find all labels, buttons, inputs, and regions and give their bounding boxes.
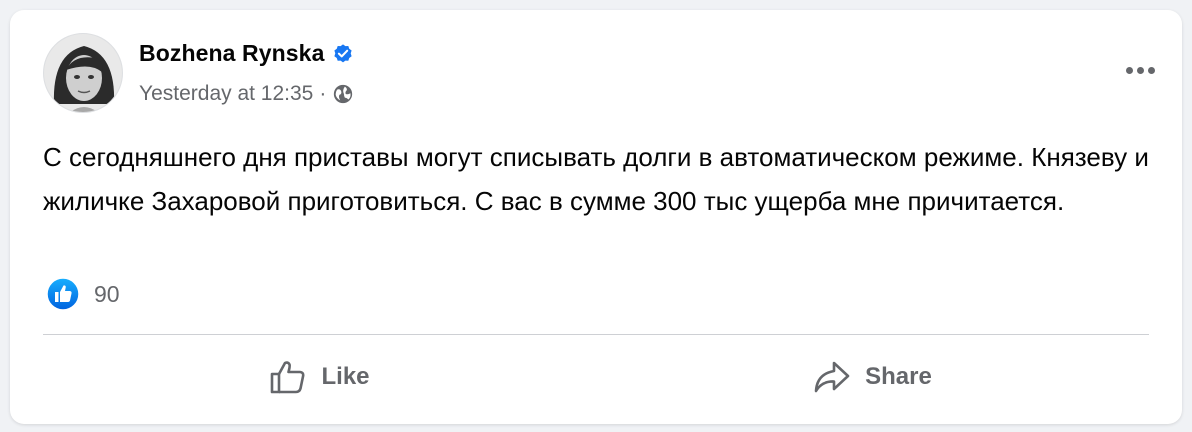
- thumbs-up-icon: [269, 359, 307, 395]
- more-dot: [1147, 66, 1155, 74]
- share-button[interactable]: Share: [596, 347, 1149, 407]
- meta-separator: ·: [319, 82, 327, 105]
- author-name[interactable]: Bozhena Rynska: [139, 40, 324, 67]
- post-card: Bozhena Rynska Yesterday at 12:35 · С се…: [10, 10, 1182, 424]
- more-options-button[interactable]: [1120, 58, 1160, 82]
- profile-photo: [44, 34, 122, 112]
- like-button[interactable]: Like: [43, 347, 596, 407]
- share-arrow-icon: [813, 360, 851, 394]
- reactions-summary[interactable]: 90: [46, 277, 120, 311]
- verified-badge-icon: [332, 43, 354, 65]
- divider: [43, 334, 1149, 335]
- like-reaction-icon: [46, 277, 80, 311]
- post-timestamp[interactable]: Yesterday at 12:35: [139, 82, 313, 106]
- like-label: Like: [321, 363, 370, 390]
- action-bar: Like Share: [43, 347, 1149, 407]
- avatar[interactable]: [43, 33, 123, 113]
- post-meta: Yesterday at 12:35 ·: [139, 82, 354, 106]
- author-row: Bozhena Rynska: [139, 40, 354, 67]
- more-dot: [1125, 66, 1133, 74]
- globe-icon[interactable]: [332, 83, 354, 105]
- more-dot: [1136, 66, 1144, 74]
- reaction-count: 90: [94, 280, 120, 307]
- share-label: Share: [865, 363, 932, 390]
- post-text: С сегодняшнего дня приставы могут списыв…: [43, 142, 1149, 216]
